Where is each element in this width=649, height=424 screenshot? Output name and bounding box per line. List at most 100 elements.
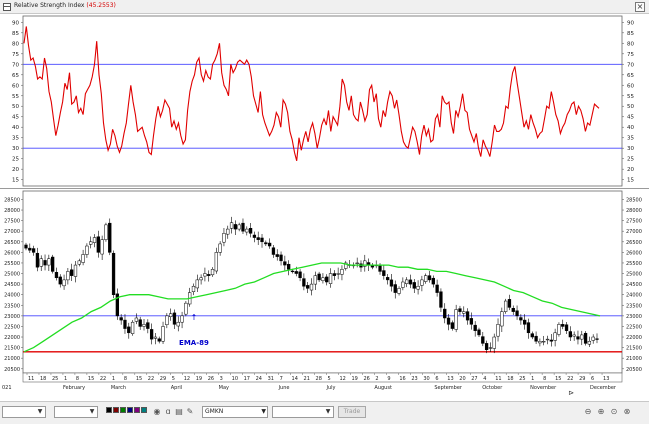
color-swatch-maroon[interactable]	[113, 407, 119, 413]
candle-body	[405, 279, 409, 284]
candle-body	[545, 338, 550, 341]
candle-body	[332, 273, 336, 276]
candle-body	[62, 279, 66, 287]
price-tick-label-left: 26500	[4, 240, 20, 246]
candle-body	[526, 322, 531, 334]
candle-body	[568, 331, 573, 338]
rsi-tick-label-left: 80	[12, 41, 19, 47]
color-swatch-teal[interactable]	[141, 407, 147, 413]
x-tick-label: 15	[136, 376, 142, 382]
symbol-input[interactable]: GMKN ▼	[202, 406, 268, 418]
candle-body	[165, 315, 169, 325]
x-tick-label: 17	[244, 376, 250, 382]
fill-color-icon[interactable]: ▤	[174, 406, 184, 418]
x-tick-label: 29	[160, 376, 166, 382]
ema-annotation-label: EMA-89	[179, 339, 209, 347]
candle-body	[195, 279, 199, 289]
candle-body	[595, 338, 599, 340]
x-tick-label: 7	[280, 376, 283, 382]
candle-body	[39, 258, 43, 267]
pen-icon[interactable]: ✎	[185, 406, 195, 418]
x-tick-label: 1	[112, 376, 115, 382]
candle-body	[306, 285, 310, 289]
candle-body	[92, 237, 97, 243]
candle-body	[275, 254, 279, 257]
x-tick-label: 18	[40, 376, 46, 382]
candle-body	[355, 262, 359, 265]
account-select[interactable]: ▼	[272, 406, 334, 418]
price-tick-label-right: 23000	[626, 314, 642, 320]
candle-body	[233, 224, 238, 230]
candle-body	[340, 269, 344, 275]
price-tick-label-left: 23500	[4, 303, 20, 309]
trade-button[interactable]: Trade	[338, 406, 366, 418]
text-color-icon[interactable]: ɑ	[163, 406, 173, 418]
x-tick-label: 31	[268, 376, 274, 382]
rsi-current-value: (45.2553)	[86, 2, 116, 9]
candle-body	[28, 247, 32, 251]
line-width-select[interactable]: ▼	[54, 406, 98, 418]
rsi-tick-label-left: 75	[12, 52, 19, 58]
color-swatch-black[interactable]	[106, 407, 112, 413]
candle-body	[290, 270, 295, 273]
candle-body	[538, 341, 542, 344]
candle-body	[191, 285, 196, 292]
candle-body	[172, 312, 177, 325]
color-palette-icon[interactable]: ◉	[152, 406, 162, 418]
rsi-panel-title: Relative Strength Index (45.2553)	[14, 2, 116, 9]
x-tick-label: 19	[351, 376, 357, 382]
chart-window: Relative Strength Index (45.2553) × 90 90…	[0, 0, 649, 424]
color-swatch-green[interactable]	[120, 407, 126, 413]
x-tick-label: 8	[76, 376, 79, 382]
color-swatch-navy[interactable]	[127, 407, 133, 413]
rsi-plot-frame	[22, 15, 623, 187]
price-tick-label-left: 26000	[4, 250, 20, 256]
candle-body	[469, 318, 474, 325]
rsi-tick-label-right: 20	[627, 167, 634, 173]
candle-body	[207, 274, 211, 276]
candle-body	[523, 319, 527, 325]
x-tick-label: 12	[339, 376, 345, 382]
candle-body	[496, 324, 500, 337]
price-tick-label-right: 27000	[626, 229, 642, 235]
candle-body	[203, 273, 207, 277]
line-style-select[interactable]: ▼	[2, 406, 46, 418]
price-tick-label-right: 26000	[626, 250, 642, 256]
chart-canvas[interactable]: 90 9085 8580 8075 7570 7065 6560 6055 5550 5045 45…	[0, 14, 649, 396]
candle-body	[587, 341, 592, 345]
rsi-tick-label-left: 70	[12, 62, 19, 68]
reset-view-icon[interactable]: ⊙	[609, 406, 619, 418]
rsi-tick-label-right: 45	[627, 115, 634, 121]
price-tick-label-left: 28500	[4, 197, 20, 203]
price-tick-label-right: 28500	[626, 197, 642, 203]
x-tick-label: 19	[196, 376, 202, 382]
candle-body	[443, 308, 447, 319]
candle-body	[271, 247, 276, 255]
candle-body	[222, 233, 226, 243]
candle-body	[591, 336, 595, 341]
zoom-out-icon[interactable]: ⊖	[583, 406, 593, 418]
candle-body	[153, 336, 158, 339]
candle-body	[237, 224, 241, 230]
price-tick-label-left: 21000	[4, 356, 20, 362]
x-tick-label: 13	[603, 376, 609, 382]
close-icon[interactable]: ×	[635, 2, 645, 12]
price-tick-label-left: 21500	[4, 346, 20, 352]
x-tick-label: 15	[88, 376, 94, 382]
zoom-in-icon[interactable]: ⊕	[596, 406, 606, 418]
scroll-right-icon[interactable]: ⊳	[566, 389, 576, 397]
x-tick-label: 20	[459, 376, 465, 382]
fit-view-icon[interactable]: ⊗	[622, 406, 632, 418]
candle-body	[488, 347, 493, 349]
price-tick-label-left: 20500	[4, 367, 20, 373]
rsi-tick-label-right: 35	[627, 136, 634, 142]
x-month-label: October	[482, 385, 503, 391]
rsi-tick-label-right: 75	[627, 52, 634, 58]
x-tick-label: 6	[591, 376, 594, 382]
color-swatch-purple[interactable]	[134, 407, 140, 413]
x-tick-label: 3	[220, 376, 223, 382]
x-tick-label: 16	[399, 376, 405, 382]
candle-body	[564, 324, 569, 331]
candle-body	[214, 252, 218, 272]
rsi-tick-label-left: 25	[12, 157, 19, 163]
